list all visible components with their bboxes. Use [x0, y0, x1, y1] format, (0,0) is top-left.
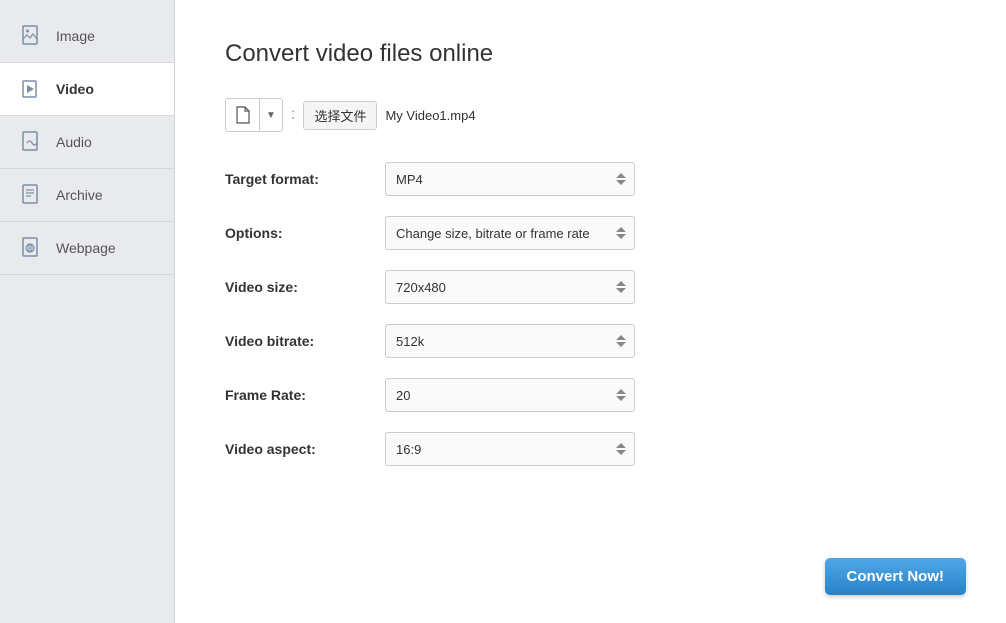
sidebar-item-image[interactable]: Image	[0, 10, 174, 63]
video-bitrate-label: Video bitrate:	[225, 333, 385, 349]
target-format-label: Target format:	[225, 171, 385, 187]
sidebar-item-audio[interactable]: Audio	[0, 116, 174, 169]
archive-icon	[20, 183, 44, 207]
page-title: Convert video files online	[225, 40, 956, 68]
image-icon	[20, 24, 44, 48]
video-aspect-label: Video aspect:	[225, 441, 385, 457]
webpage-icon	[20, 236, 44, 260]
main-content: Convert video files online ▼ : 选择文件 My V…	[175, 0, 1006, 623]
file-upload-btn[interactable]: ▼	[225, 98, 283, 132]
video-aspect-row: Video aspect: 16:9 4:3 1:1 21:9	[225, 432, 956, 466]
frame-rate-label: Frame Rate:	[225, 387, 385, 403]
frame-rate-select[interactable]: 20 24 25 30 60	[385, 378, 635, 412]
choose-file-button[interactable]: 选择文件	[303, 101, 377, 130]
convert-now-button[interactable]: Convert Now!	[825, 558, 967, 595]
video-size-row: Video size: 720x480 1920x1080 1280x720 6…	[225, 270, 956, 304]
sidebar-item-video-label: Video	[56, 81, 94, 97]
file-upload-dropdown-btn[interactable]: ▼	[260, 99, 282, 131]
options-row: Options: Change size, bitrate or frame r…	[225, 216, 956, 250]
sidebar-item-video[interactable]: Video	[0, 63, 174, 116]
sidebar: Image Video Audio	[0, 0, 175, 623]
video-bitrate-select[interactable]: 512k 256k 1024k 2048k	[385, 324, 635, 358]
sidebar-item-image-label: Image	[56, 28, 95, 44]
frame-rate-row: Frame Rate: 20 24 25 30 60	[225, 378, 956, 412]
video-size-label: Video size:	[225, 279, 385, 295]
video-size-select[interactable]: 720x480 1920x1080 1280x720 640x360 480x3…	[385, 270, 635, 304]
options-label: Options:	[225, 225, 385, 241]
audio-icon	[20, 130, 44, 154]
sidebar-item-archive-label: Archive	[56, 187, 103, 203]
document-icon	[235, 106, 251, 124]
file-name-display: My Video1.mp4	[385, 108, 475, 123]
sidebar-item-archive[interactable]: Archive	[0, 169, 174, 222]
video-icon	[20, 77, 44, 101]
file-upload-row: ▼ : 选择文件 My Video1.mp4	[225, 98, 956, 132]
video-bitrate-row: Video bitrate: 512k 256k 1024k 2048k	[225, 324, 956, 358]
target-format-row: Target format: MP4 AVI MOV MKV WMV FLV W…	[225, 162, 956, 196]
sidebar-item-webpage-label: Webpage	[56, 240, 116, 256]
file-upload-main-btn[interactable]	[226, 99, 260, 131]
video-aspect-select[interactable]: 16:9 4:3 1:1 21:9	[385, 432, 635, 466]
options-select[interactable]: Change size, bitrate or frame rate Basic…	[385, 216, 635, 250]
target-format-select[interactable]: MP4 AVI MOV MKV WMV FLV WebM	[385, 162, 635, 196]
sidebar-item-webpage[interactable]: Webpage	[0, 222, 174, 275]
file-separator: :	[291, 106, 295, 124]
sidebar-item-audio-label: Audio	[56, 134, 92, 150]
